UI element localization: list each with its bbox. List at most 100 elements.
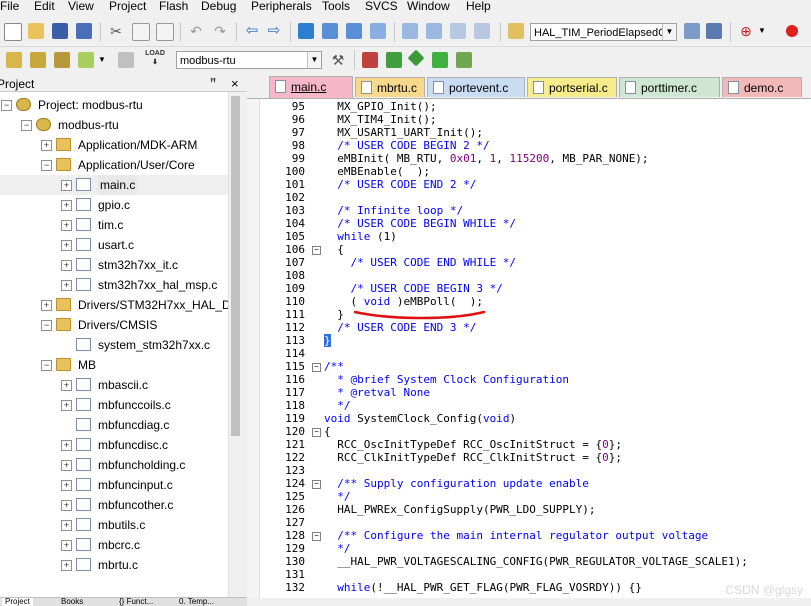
menu-edit[interactable]: Edit bbox=[34, 0, 55, 13]
undo-icon[interactable]: ↶ bbox=[188, 23, 204, 39]
stop-icon[interactable] bbox=[786, 25, 798, 37]
fold-icon[interactable]: − bbox=[312, 363, 321, 372]
tree-item[interactable]: − modbus-rtu bbox=[0, 115, 228, 135]
collapse-icon[interactable]: − bbox=[21, 120, 32, 131]
tree-item[interactable]: + mbutils.c bbox=[0, 515, 228, 535]
tree-item[interactable]: + mbfunccoils.c bbox=[0, 395, 228, 415]
run-time-env-icon[interactable] bbox=[432, 52, 448, 68]
nav-forward-icon[interactable]: ⇨ bbox=[266, 23, 282, 39]
expand-icon[interactable]: + bbox=[61, 540, 72, 551]
expand-icon[interactable]: + bbox=[61, 280, 72, 291]
expand-icon[interactable]: + bbox=[61, 560, 72, 571]
menu-tools[interactable]: Tools bbox=[322, 0, 350, 13]
tree-item[interactable]: + Drivers/STM32H7xx_HAL_D bbox=[0, 295, 228, 315]
collapse-icon[interactable]: − bbox=[41, 320, 52, 331]
unindent-icon[interactable] bbox=[426, 23, 442, 39]
clear-bookmarks-icon[interactable] bbox=[370, 23, 386, 39]
paste-icon[interactable] bbox=[156, 23, 174, 41]
compile-icon[interactable] bbox=[6, 52, 22, 68]
next-bookmark-icon[interactable] bbox=[346, 23, 362, 39]
tab-main-c[interactable]: main.c bbox=[269, 76, 353, 98]
menu-flash[interactable]: Flash bbox=[159, 0, 188, 13]
tree-item[interactable]: + mbcrc.c bbox=[0, 535, 228, 555]
menu-debug[interactable]: Debug bbox=[201, 0, 236, 13]
nav-back-icon[interactable]: ⇦ bbox=[244, 23, 260, 39]
redo-icon[interactable]: ↷ bbox=[212, 23, 228, 39]
expand-icon[interactable]: + bbox=[61, 440, 72, 451]
fold-icon[interactable]: − bbox=[312, 428, 321, 437]
find-in-files-icon[interactable] bbox=[508, 23, 524, 39]
target-options-icon[interactable]: ⚒ bbox=[330, 52, 346, 68]
copy-icon[interactable] bbox=[132, 23, 150, 41]
collapse-icon[interactable]: − bbox=[41, 160, 52, 171]
menu-file[interactable]: File bbox=[0, 0, 19, 13]
scrollbar-thumb[interactable] bbox=[231, 96, 240, 436]
chevron-down-icon[interactable]: ▼ bbox=[307, 52, 321, 68]
build-icon[interactable] bbox=[30, 52, 46, 68]
tab-mbrtu-c[interactable]: mbrtu.c bbox=[355, 77, 425, 97]
cut-icon[interactable]: ✂ bbox=[108, 23, 124, 39]
expand-icon[interactable]: + bbox=[41, 140, 52, 151]
tree-item[interactable]: − MB bbox=[0, 355, 228, 375]
save-all-icon[interactable] bbox=[76, 23, 92, 39]
tree-item[interactable]: mbfuncdiag.c bbox=[0, 415, 228, 435]
open-folder-icon[interactable] bbox=[28, 23, 44, 39]
tree-item[interactable]: + mbfuncinput.c bbox=[0, 475, 228, 495]
expand-icon[interactable]: + bbox=[41, 300, 52, 311]
tree-item[interactable]: − Application/User/Core bbox=[0, 155, 228, 175]
debug-icon[interactable]: ⊕ bbox=[738, 23, 754, 39]
tree-item[interactable]: + mbrtu.c bbox=[0, 555, 228, 575]
expand-icon[interactable]: + bbox=[61, 380, 72, 391]
tree-item[interactable]: + usart.c bbox=[0, 235, 228, 255]
rebuild-icon[interactable] bbox=[54, 52, 70, 68]
indent-icon[interactable] bbox=[402, 23, 418, 39]
menu-project[interactable]: Project bbox=[109, 0, 146, 13]
stop-build-icon[interactable] bbox=[118, 52, 134, 68]
tree-item[interactable]: + mbfuncholding.c bbox=[0, 455, 228, 475]
editor-hscrollbar[interactable] bbox=[247, 598, 811, 605]
download-icon[interactable]: LOAD ⬇ bbox=[144, 49, 166, 71]
tree-item[interactable]: − Drivers/CMSIS bbox=[0, 315, 228, 335]
collapse-icon[interactable]: − bbox=[41, 360, 52, 371]
expand-icon[interactable]: + bbox=[61, 200, 72, 211]
tab-demo-c[interactable]: demo.c bbox=[722, 77, 802, 97]
pack-installer-icon[interactable] bbox=[407, 49, 425, 67]
expand-icon[interactable]: + bbox=[61, 260, 72, 271]
tree-item[interactable]: + stm32h7xx_hal_msp.c bbox=[0, 275, 228, 295]
configure-icon[interactable] bbox=[706, 23, 722, 39]
target-combo[interactable]: modbus-rtu ▼ bbox=[176, 51, 322, 69]
tree-item[interactable]: + main.c bbox=[0, 175, 228, 195]
expand-icon[interactable]: + bbox=[61, 460, 72, 471]
close-icon[interactable]: × bbox=[231, 76, 239, 91]
code-editor[interactable]: 95 96 97 98 99 100 101 102 103 104 105 106−107 108 10… bbox=[247, 99, 811, 598]
expand-icon[interactable]: + bbox=[61, 500, 72, 511]
expand-icon[interactable]: + bbox=[61, 180, 72, 191]
tree-item[interactable]: + mbfuncother.c bbox=[0, 495, 228, 515]
tree-item[interactable]: + tim.c bbox=[0, 215, 228, 235]
fold-icon[interactable]: − bbox=[312, 480, 321, 489]
uncomment-icon[interactable] bbox=[474, 23, 490, 39]
new-file-icon[interactable] bbox=[4, 23, 22, 41]
chevron-down-icon[interactable]: ▼ bbox=[662, 24, 676, 40]
tab-portevent-c[interactable]: portevent.c bbox=[427, 77, 525, 97]
tree-scrollbar[interactable] bbox=[228, 92, 242, 597]
expand-icon[interactable]: + bbox=[61, 400, 72, 411]
menu-view[interactable]: View bbox=[68, 0, 94, 13]
menu-peripherals[interactable]: Peripherals bbox=[251, 0, 312, 13]
collapse-icon[interactable]: − bbox=[1, 100, 12, 111]
manage-project-icon[interactable] bbox=[362, 52, 378, 68]
function-combo[interactable]: HAL_TIM_PeriodElapsedC ▼ bbox=[530, 23, 677, 41]
tab-porttimer-c[interactable]: porttimer.c bbox=[619, 77, 720, 97]
bookmark-icon[interactable] bbox=[298, 23, 314, 39]
batch-build-icon[interactable] bbox=[78, 52, 94, 68]
search-icon[interactable] bbox=[684, 23, 700, 39]
save-icon[interactable] bbox=[52, 23, 68, 39]
pin-icon[interactable]: ꟸ bbox=[210, 76, 216, 91]
expand-icon[interactable]: + bbox=[61, 240, 72, 251]
prev-bookmark-icon[interactable] bbox=[322, 23, 338, 39]
fold-icon[interactable]: − bbox=[312, 532, 321, 541]
menu-svcs[interactable]: SVCS bbox=[365, 0, 398, 13]
expand-icon[interactable]: + bbox=[61, 520, 72, 531]
chevron-down-icon[interactable]: ▼ bbox=[758, 27, 766, 35]
tree-item[interactable]: + Application/MDK-ARM bbox=[0, 135, 228, 155]
